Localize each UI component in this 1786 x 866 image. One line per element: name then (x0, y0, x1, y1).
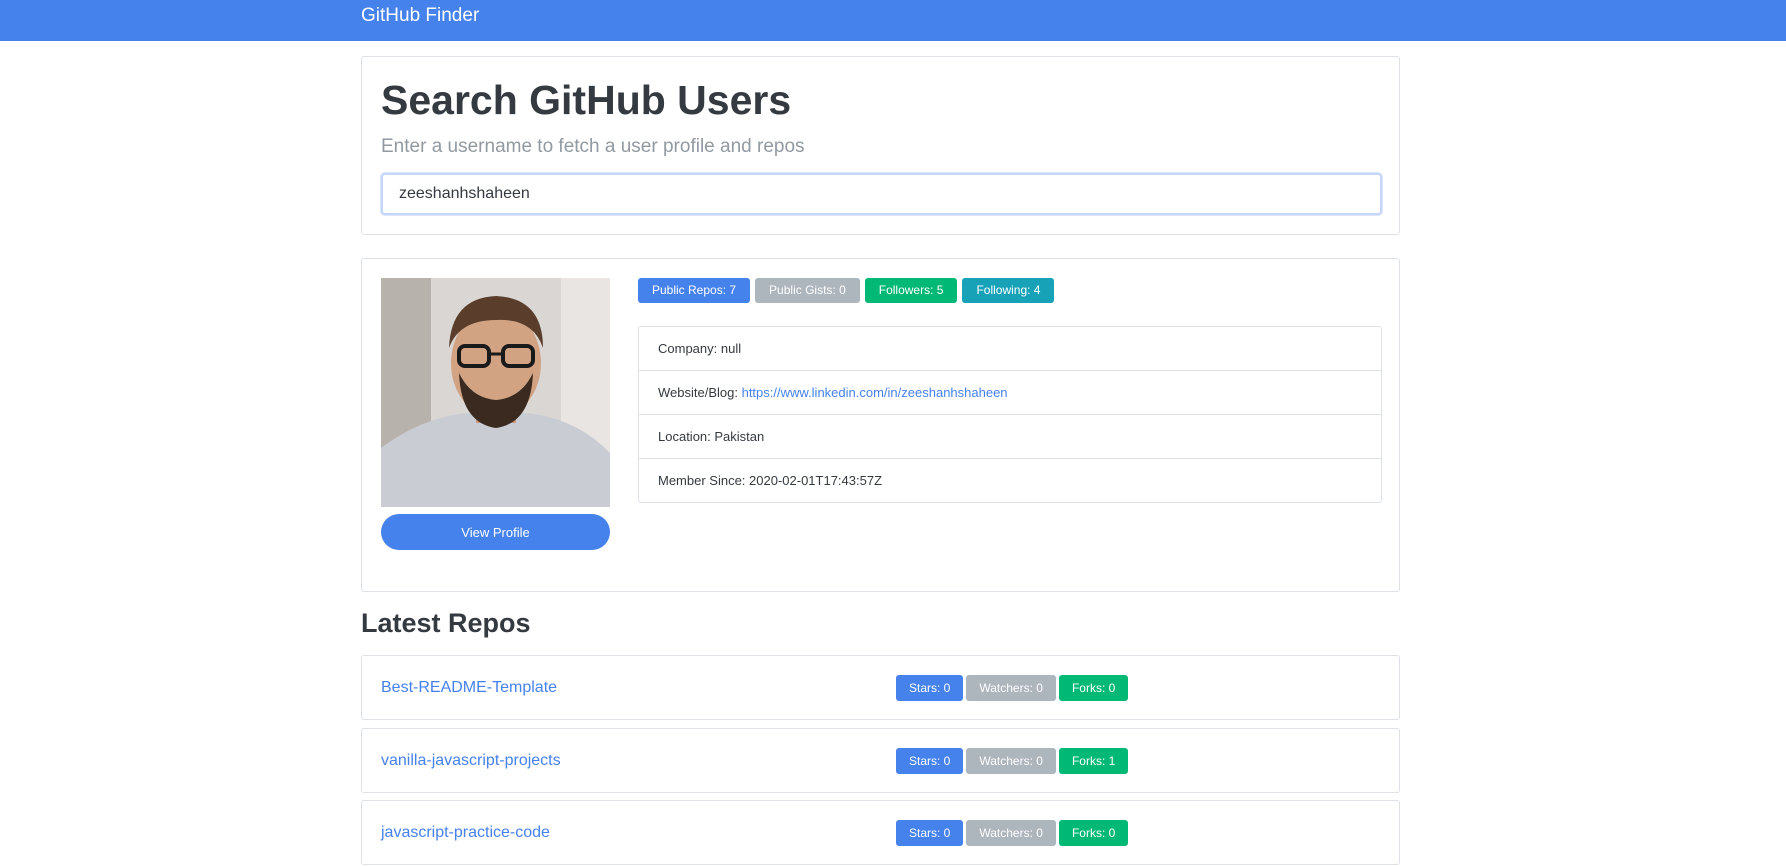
stars-badge: Stars: 0 (896, 748, 964, 774)
public-repos-badge: Public Repos: 7 (638, 278, 751, 303)
watchers-badge: Watchers: 0 (966, 820, 1056, 846)
forks-badge: Forks: 0 (1058, 675, 1129, 701)
website-item: Website/Blog: https://www.linkedin.com/i… (639, 371, 1381, 415)
forks-badge: Forks: 0 (1058, 820, 1129, 846)
search-card: Search GitHub Users Enter a username to … (361, 56, 1400, 235)
stars-badge: Stars: 0 (896, 820, 964, 846)
profile-card: View Profile Public Repos: 7 Public Gist… (361, 258, 1400, 592)
repos-heading: Latest Repos (361, 608, 531, 638)
avatar (381, 278, 610, 507)
followers-badge: Followers: 5 (864, 278, 958, 303)
website-link[interactable]: https://www.linkedin.com/in/zeeshanhshah… (742, 385, 1008, 400)
company-item: Company: null (639, 327, 1381, 371)
page-title: Search GitHub Users (381, 77, 792, 123)
stars-badge: Stars: 0 (896, 675, 964, 701)
forks-badge: Forks: 1 (1058, 748, 1129, 774)
repo-card: vanilla-javascript-projects Stars: 0 Wat… (361, 728, 1400, 793)
search-input[interactable] (381, 173, 1382, 215)
member-since-item: Member Since: 2020-02-01T17:43:57Z (658, 473, 883, 488)
repo-badges: Stars: 0 Watchers: 0 Forks: 1 (896, 748, 1129, 774)
repo-card: javascript-practice-code Stars: 0 Watche… (361, 800, 1400, 865)
public-gists-badge: Public Gists: 0 (755, 278, 860, 303)
repo-card: Best-README-Template Stars: 0 Watchers: … (361, 655, 1400, 720)
repo-link[interactable]: Best-README-Template (381, 656, 557, 719)
search-subtitle: Enter a username to fetch a user profile… (381, 136, 805, 157)
profile-info-list: Company: null Website/Blog: https://www.… (638, 326, 1382, 503)
profile-badges: Public Repos: 7 Public Gists: 0 Follower… (638, 278, 1055, 303)
repo-badges: Stars: 0 Watchers: 0 Forks: 0 (896, 820, 1129, 846)
location-item: Location: Pakistan (639, 415, 1381, 459)
avatar-image (381, 278, 610, 507)
repo-link[interactable]: vanilla-javascript-projects (381, 729, 561, 792)
following-badge: Following: 4 (962, 278, 1055, 303)
view-profile-button[interactable]: View Profile (381, 514, 610, 550)
navbar: GitHub Finder (0, 0, 1786, 41)
watchers-badge: Watchers: 0 (966, 675, 1056, 701)
watchers-badge: Watchers: 0 (966, 748, 1056, 774)
navbar-brand[interactable]: GitHub Finder (361, 5, 479, 27)
repo-badges: Stars: 0 Watchers: 0 Forks: 0 (896, 675, 1129, 701)
website-label: Website/Blog: (658, 385, 742, 400)
repo-link[interactable]: javascript-practice-code (381, 801, 550, 864)
